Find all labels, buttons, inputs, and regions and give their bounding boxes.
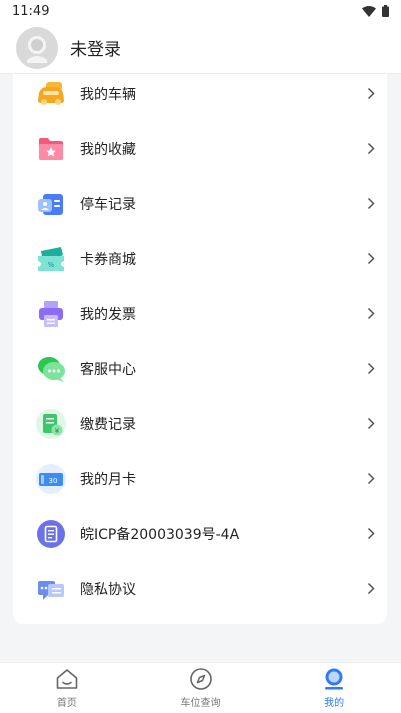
chevron-right-icon	[365, 142, 377, 156]
status-time: 11:49	[12, 3, 50, 19]
menu-item-my-favorites[interactable]: 我的收藏	[13, 121, 387, 176]
menu-item-label: 客服中心	[80, 361, 136, 378]
chevron-right-icon	[365, 362, 377, 376]
nav-tab-home[interactable]: 首页	[0, 663, 134, 713]
menu-item-label: 停车记录	[80, 196, 136, 213]
menu-item-payment-records[interactable]: ¥ 缴费记录	[13, 396, 387, 451]
payment-record-icon: ¥	[35, 408, 67, 440]
chevron-right-icon	[365, 417, 377, 431]
home-icon	[55, 667, 79, 691]
monthly-card-icon: 30	[35, 463, 67, 495]
nav-tab-label: 车位查询	[180, 698, 221, 709]
nav-tab-parking-search[interactable]: 车位查询	[134, 663, 268, 713]
invoice-printer-icon	[35, 298, 67, 330]
nav-tab-label: 我的	[324, 698, 345, 709]
menu-item-icp-record[interactable]: 皖ICP备20003039号-4A	[13, 506, 387, 561]
menu-item-parking-records[interactable]: 停车记录	[13, 176, 387, 231]
battery-icon	[382, 5, 389, 17]
menu-item-label: 缴费记录	[80, 416, 136, 433]
bottom-nav: 首页 车位查询 我的	[0, 662, 401, 713]
menu-item-privacy-agreement[interactable]: 隐私协议	[13, 561, 387, 616]
default-avatar-icon	[16, 26, 58, 69]
chat-bubble-icon	[35, 353, 67, 385]
menu-item-my-vehicles[interactable]: 我的车辆	[13, 66, 387, 121]
menu-item-label: 我的月卡	[80, 471, 136, 488]
parking-record-icon	[35, 188, 67, 220]
chevron-right-icon	[365, 252, 377, 266]
chevron-right-icon	[365, 582, 377, 596]
chevron-right-icon	[365, 307, 377, 321]
chevron-right-icon	[365, 197, 377, 211]
menu-item-my-invoices[interactable]: 我的发票	[13, 286, 387, 341]
chevron-right-icon	[365, 472, 377, 486]
avatar[interactable]	[16, 26, 58, 69]
chevron-right-icon	[365, 87, 377, 101]
car-icon	[35, 78, 67, 110]
coupon-ticket-icon: %	[35, 243, 67, 275]
svg-text:%: %	[48, 261, 55, 269]
favorite-folder-icon	[35, 133, 67, 165]
svg-text:30: 30	[49, 477, 58, 485]
login-status-title[interactable]: 未登录	[70, 35, 121, 60]
menu-item-monthly-card[interactable]: 30 我的月卡	[13, 451, 387, 506]
menu-item-label: 隐私协议	[80, 581, 136, 598]
compass-icon	[189, 667, 213, 691]
wifi-icon	[362, 5, 376, 17]
status-bar: 11:49	[0, 0, 401, 22]
svg-text:¥: ¥	[55, 427, 60, 435]
menu-item-label: 我的车辆	[80, 86, 136, 103]
menu-item-label: 我的收藏	[80, 141, 136, 158]
menu-item-label: 卡券商城	[80, 251, 136, 268]
menu-card: 我的车辆 我的收藏 停车记录 % 卡券商城 我的发票 客服中心 ¥ 缴费记录 3…	[13, 74, 387, 624]
menu-item-customer-service[interactable]: 客服中心	[13, 341, 387, 396]
chevron-right-icon	[365, 527, 377, 541]
profile-icon	[322, 667, 346, 691]
nav-tab-label: 首页	[56, 698, 77, 709]
privacy-agreement-icon	[35, 573, 67, 605]
menu-item-label: 皖ICP备20003039号-4A	[80, 526, 240, 543]
menu-item-label: 我的发票	[80, 306, 136, 323]
nav-tab-mine[interactable]: 我的	[267, 663, 401, 713]
menu-item-coupon-mall[interactable]: % 卡券商城	[13, 231, 387, 286]
icp-document-icon	[35, 518, 67, 550]
